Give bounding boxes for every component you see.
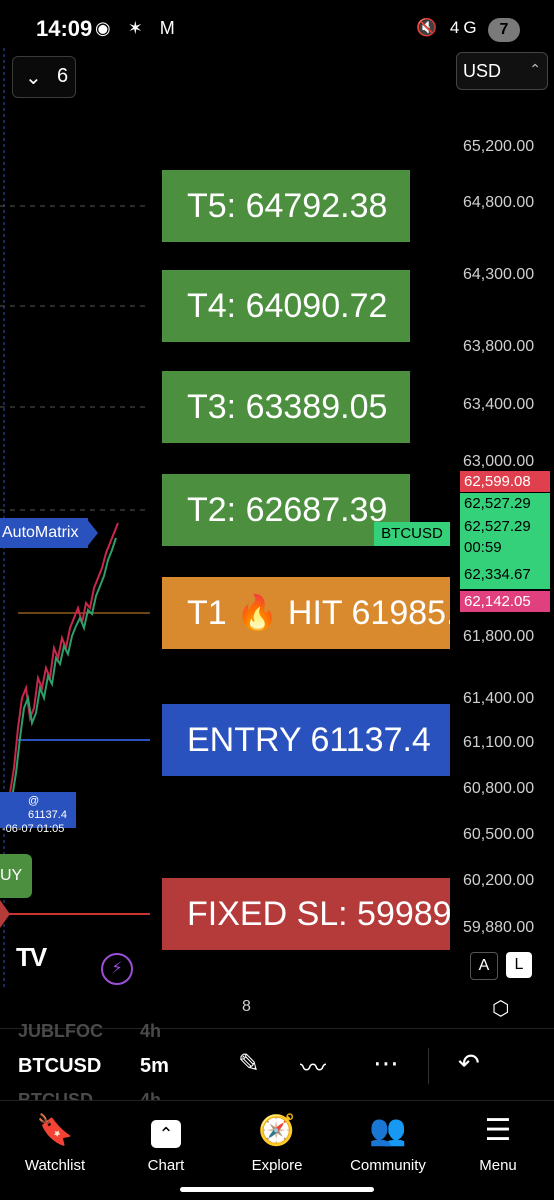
undo-icon[interactable]: ↶	[458, 1048, 480, 1079]
interval-count: 6	[57, 65, 69, 87]
target-t1-hit-label[interactable]: T1 🔥 HIT 61985.	[162, 577, 450, 649]
axis-tick: 61,400.00	[463, 690, 535, 707]
axis-tick: 63,400.00	[463, 396, 535, 413]
price-tag-high: 62,599.08	[460, 471, 550, 492]
trendline-icon[interactable]: 〰	[300, 1048, 326, 1085]
target-t5-label[interactable]: T5: 64792.38	[162, 170, 410, 242]
watchlist-interval: 5m	[140, 1055, 169, 1077]
price-tag-last: 62,527.29	[464, 495, 531, 512]
bookmark-icon: 🔖	[36, 1114, 74, 1147]
tool-divider	[428, 1048, 429, 1084]
nav-label: Menu	[479, 1157, 517, 1174]
watchlist-interval: 4h	[140, 1021, 162, 1041]
entry-info-box: @ 61137.4 -06-07 01:05	[0, 792, 76, 835]
target-t2-label[interactable]: T2: 62687.39	[162, 474, 410, 546]
axis-tick: 64,300.00	[463, 266, 535, 283]
pen-icon[interactable]: ✎	[238, 1048, 260, 1079]
nav-watchlist[interactable]: 🔖 Watchlist	[5, 1111, 105, 1174]
axis-tick: 59,880.00	[463, 919, 535, 936]
target-t4-label[interactable]: T4: 64090.72	[162, 270, 410, 342]
nav-community[interactable]: 👥 Community	[338, 1111, 438, 1174]
chevron-down-icon: ⌃	[529, 61, 541, 77]
price-tag-group: 62,527.29 62,527.29 00:59 62,334.67	[460, 493, 550, 589]
currency-select[interactable]: USD ⌃	[456, 52, 548, 90]
axis-tick: 65,200.00	[463, 138, 535, 155]
people-icon: 👥	[369, 1114, 407, 1147]
watchlist-symbol[interactable]: BTCUSD	[18, 1055, 101, 1078]
more-icon[interactable]: ⋯	[373, 1048, 399, 1079]
home-indicator	[180, 1187, 374, 1192]
notification-count-badge: 7	[488, 18, 520, 42]
axis-tick: 63,000.00	[463, 453, 535, 470]
interval-dropdown[interactable]: ⌄ 6	[12, 56, 76, 98]
clock: 14:09	[36, 16, 93, 41]
chevron-down-icon: ⌄	[25, 67, 42, 89]
settings-icon[interactable]: ⬡	[492, 996, 509, 1021]
axis-tick: 60,200.00	[463, 872, 535, 889]
compass-icon: 🧭	[258, 1114, 296, 1147]
countdown-timer: 00:59	[464, 539, 502, 556]
time-tick: 8	[242, 998, 251, 1015]
indicator-tag[interactable]: AutoMatrix	[0, 518, 88, 548]
nav-label: Community	[350, 1157, 426, 1174]
axis-tick: 61,100.00	[463, 734, 535, 751]
nav-label: Watchlist	[24, 1157, 86, 1174]
price-tag-low: 62,142.05	[460, 591, 550, 612]
indicator-tag-arrow	[86, 518, 98, 548]
price-tag-current: 62,527.29	[464, 518, 531, 535]
axis-tick: 64,800.00	[463, 194, 535, 211]
log-scale-button[interactable]: L	[506, 952, 532, 978]
watchlist-symbol[interactable]: JUBLFOC	[18, 1021, 103, 1042]
axis-tick: 60,500.00	[463, 826, 535, 843]
entry-info-price: @ 61137.4	[28, 795, 67, 821]
entry-label[interactable]: ENTRY 61137.4	[162, 704, 450, 776]
nav-explore[interactable]: 🧭 Explore	[227, 1111, 327, 1174]
entry-info-date: -06-07 01:05	[2, 823, 65, 835]
bottom-navigation: 🔖 Watchlist ⌃ Chart 🧭 Explore 👥 Communit…	[0, 1100, 554, 1191]
currency-value: USD	[463, 61, 502, 81]
axis-tick: 60,800.00	[463, 780, 535, 797]
axis-tick: 63,800.00	[463, 338, 535, 355]
tradingview-logo: TV	[16, 942, 47, 972]
axis-tick: 61,800.00	[463, 628, 535, 645]
buy-tag: UY	[0, 854, 32, 898]
nav-label: Chart	[147, 1157, 185, 1174]
nav-label: Explore	[251, 1157, 303, 1174]
chart-icon: ⌃	[116, 1111, 216, 1151]
auto-scale-button[interactable]: A	[470, 952, 498, 980]
nav-chart[interactable]: ⌃ Chart	[116, 1111, 216, 1174]
target-t3-label[interactable]: T3: 63389.05	[162, 371, 410, 443]
nav-menu[interactable]: ☰ Menu	[448, 1111, 548, 1174]
price-chart[interactable]: ⌄ 6 T5: 64792.38 T4: 64090.72 T3: 63389.…	[0, 48, 450, 988]
stop-loss-label[interactable]: FIXED SL: 59989.	[162, 878, 450, 950]
price-axis[interactable]: USD ⌃ 65,200.00 64,800.00 64,300.00 63,8…	[450, 48, 554, 988]
lightning-icon[interactable]: ⚡	[101, 953, 133, 985]
menu-icon: ☰	[484, 1114, 512, 1147]
price-tag-ma: 62,334.67	[464, 566, 531, 583]
symbol-badge: BTCUSD	[374, 522, 450, 546]
status-left-icons: ◉ ✶ M	[95, 18, 181, 38]
